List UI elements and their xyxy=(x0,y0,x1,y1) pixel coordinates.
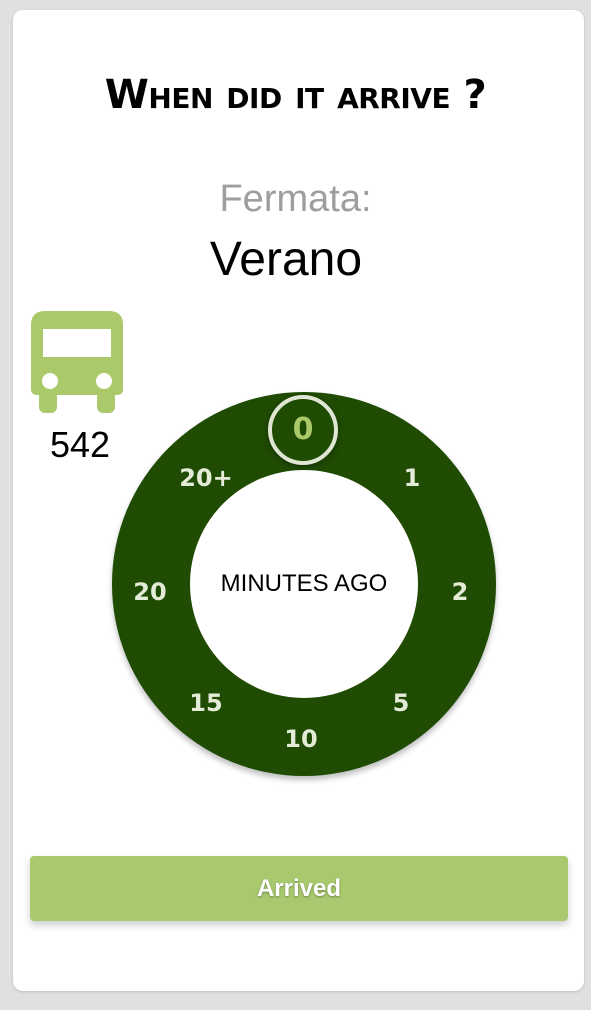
dial-option-20-plus[interactable]: 20+ xyxy=(176,463,236,493)
dial-center-label: MINUTES AGO xyxy=(220,570,388,597)
dial-option-2[interactable]: 2 xyxy=(430,577,490,607)
dial-option-0-selected[interactable]: 0 xyxy=(268,395,338,465)
bus-icon xyxy=(31,311,123,413)
arrived-button[interactable]: Arrived xyxy=(30,856,568,921)
dial-option-20[interactable]: 20 xyxy=(120,577,180,607)
dial-option-5[interactable]: 5 xyxy=(371,688,431,718)
stop-name: Verano xyxy=(209,233,363,286)
minutes-dial[interactable]: MINUTES AGO 1 2 5 10 15 20 20+ 0 xyxy=(112,392,496,776)
stop-label: Fermata: xyxy=(219,178,372,220)
dial-option-15[interactable]: 15 xyxy=(176,688,236,718)
page-title: When did it arrive ? xyxy=(104,72,487,118)
dial-option-10[interactable]: 10 xyxy=(271,724,331,754)
dial-option-1[interactable]: 1 xyxy=(382,463,442,493)
